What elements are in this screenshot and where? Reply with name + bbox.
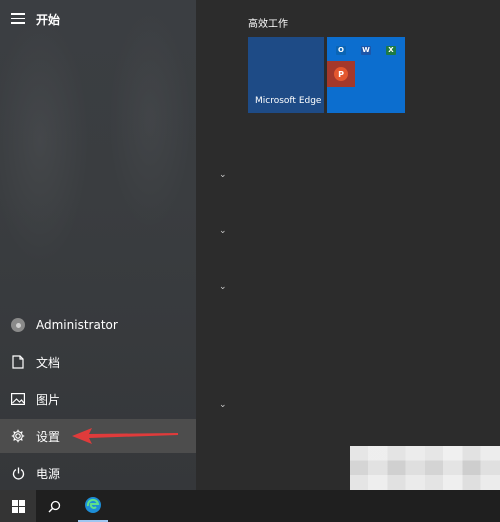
nav-item-power[interactable]: 电源 (0, 456, 196, 490)
edge-icon (85, 497, 101, 513)
user-name: Administrator (36, 318, 118, 332)
word-icon: W (361, 45, 371, 55)
picture-icon (0, 393, 36, 405)
taskbar-edge-button[interactable] (78, 490, 108, 522)
chevron-down-icon[interactable]: ⌄ (219, 400, 227, 410)
nav-label-documents: 文档 (36, 355, 61, 370)
taskbar (0, 490, 500, 522)
document-icon (0, 355, 36, 369)
chevron-down-icon[interactable]: ⌄ (219, 170, 227, 180)
gear-icon (0, 429, 36, 443)
user-account-item[interactable]: Administrator (0, 308, 196, 342)
start-menu-title: 开始 (36, 13, 61, 27)
power-icon (0, 467, 36, 480)
tile-group-label[interactable]: 高效工作 (248, 15, 288, 30)
outlook-icon: O (329, 39, 353, 61)
taskbar-search-button[interactable] (36, 490, 72, 522)
microsoft-edge-tile[interactable]: Microsoft Edge (248, 37, 324, 113)
nav-item-pictures[interactable]: 图片 (0, 382, 196, 416)
search-icon (48, 500, 60, 512)
windows-logo-icon (11, 499, 25, 513)
nav-label-power: 电源 (36, 466, 61, 481)
chevron-down-icon[interactable]: ⌄ (219, 282, 227, 292)
annotation-arrow-icon (72, 428, 178, 444)
powerpoint-icon: P (327, 61, 355, 87)
windows-start-button[interactable] (0, 490, 36, 522)
edge-tile-label: Microsoft Edge (255, 96, 322, 106)
hamburger-menu-icon[interactable] (11, 13, 25, 25)
chevron-down-icon[interactable]: ⌄ (219, 226, 227, 236)
office-apps-tile[interactable]: O W X P (327, 37, 405, 113)
excel-icon: X (379, 39, 403, 61)
start-menu-left-pane (0, 0, 196, 490)
nav-item-documents[interactable]: 文档 (0, 345, 196, 379)
nav-label-settings: 设置 (36, 429, 61, 444)
pixelated-watermark (350, 446, 500, 490)
avatar (11, 318, 25, 332)
nav-label-pictures: 图片 (36, 392, 61, 407)
